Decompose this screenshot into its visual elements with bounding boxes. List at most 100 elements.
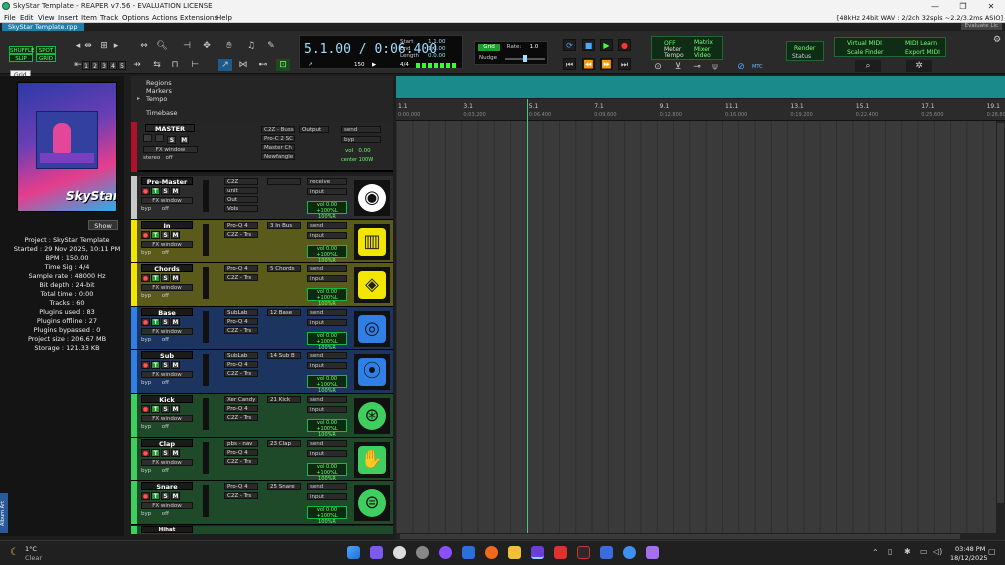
tempo-label[interactable]: Tempo bbox=[664, 52, 684, 59]
record-arm-button[interactable]: ● bbox=[141, 361, 150, 370]
master-fx-slot-3[interactable]: Master Ch bbox=[261, 144, 295, 151]
timeline-ruler[interactable]: 1.1 0:00.000 3.1 0:03.200 5.1 0:06.400 7.1 0:09… bbox=[396, 99, 1005, 121]
markers-lane[interactable]: Markers bbox=[146, 87, 172, 95]
track-hihat[interactable]: Hihat bbox=[131, 526, 393, 534]
weather-temp[interactable]: 1°C bbox=[25, 545, 37, 553]
scale-finder-button[interactable]: Scale Finder bbox=[847, 49, 884, 56]
input-select[interactable]: input bbox=[307, 188, 347, 195]
master-fx-button[interactable] bbox=[143, 134, 152, 142]
matrix-button[interactable]: Matrix bbox=[694, 39, 713, 46]
master-stereo-select[interactable]: stereo off bbox=[143, 155, 203, 162]
move-horizontal-icon[interactable]: ⇹ bbox=[81, 40, 95, 52]
app-globe-icon[interactable] bbox=[623, 546, 636, 559]
slip-toggle[interactable]: SLIP bbox=[9, 54, 33, 62]
master-track[interactable]: MASTER S M FX window stereo off C2Z - Bu… bbox=[131, 122, 393, 172]
pan-value[interactable]: +100%L 100%R bbox=[316, 339, 337, 351]
regions-lane[interactable]: Regions bbox=[146, 79, 172, 87]
screenset-5-button[interactable]: 5 bbox=[118, 61, 126, 70]
ruler-bar-label[interactable]: 7.1 bbox=[594, 103, 604, 110]
video-button[interactable]: Video bbox=[694, 52, 711, 59]
mute-button[interactable]: M bbox=[171, 405, 180, 413]
zoom-width-icon[interactable]: ⇔ bbox=[137, 40, 151, 52]
master-vol-value[interactable]: 0.00 bbox=[358, 148, 370, 154]
snap-icon[interactable]: ⊓ bbox=[168, 59, 182, 71]
bypass-label[interactable]: byp bbox=[141, 206, 151, 212]
app-dark-icon[interactable] bbox=[577, 546, 590, 559]
io-mode-select[interactable]: send bbox=[307, 352, 347, 360]
midi-learn-button[interactable]: MIDI Learn bbox=[905, 40, 937, 47]
track-name[interactable]: Base bbox=[141, 307, 193, 317]
loop-icon[interactable]: ⇆ bbox=[150, 59, 164, 71]
shuffle-toggle[interactable]: SHUFFLE bbox=[9, 46, 35, 54]
track-name[interactable]: Chords bbox=[141, 264, 193, 273]
ruler-time-label[interactable]: 0:25.600 bbox=[921, 112, 943, 118]
skip-end-icon[interactable]: ⏭ bbox=[618, 58, 631, 70]
fx-window-select[interactable]: FX window bbox=[141, 197, 193, 204]
volume-box[interactable]: vol 0.00 +100%L 100%R bbox=[307, 201, 347, 220]
bypass-label[interactable]: byp bbox=[141, 511, 151, 517]
grid-toggle[interactable]: GRID bbox=[36, 54, 56, 62]
input-monitor-icon[interactable]: ⊻ bbox=[671, 61, 685, 73]
ruler-time-label[interactable]: 0:16.000 bbox=[725, 112, 747, 118]
fx-slot[interactable]: unit bbox=[224, 187, 258, 194]
ruler-time-label[interactable]: 0:12.800 bbox=[660, 112, 682, 118]
bypass-label[interactable]: byp bbox=[141, 424, 151, 430]
bypass-off-label[interactable]: off bbox=[162, 468, 169, 474]
hand-icon[interactable]: ✋︎ bbox=[222, 40, 236, 52]
io-mode-select[interactable]: send bbox=[307, 439, 347, 447]
menu-view[interactable]: View bbox=[38, 14, 55, 22]
menu-file[interactable]: File bbox=[4, 14, 16, 22]
clock-date[interactable]: 18/12/2025 bbox=[950, 554, 987, 562]
record-arm-button[interactable]: ● bbox=[141, 448, 150, 457]
menu-actions[interactable]: Actions bbox=[152, 14, 178, 22]
bypass-label[interactable]: byp bbox=[141, 250, 151, 256]
marker-icon[interactable]: ⊢ bbox=[188, 59, 202, 71]
fx-slot[interactable]: C2Z - Trs bbox=[224, 326, 258, 334]
stop-icon[interactable]: ■ bbox=[582, 39, 595, 51]
skip-start-icon[interactable]: ⏮ bbox=[563, 58, 576, 70]
fx-slot[interactable]: Pro-Q 4 bbox=[224, 448, 258, 456]
split-icon[interactable]: ⊣ bbox=[180, 40, 194, 52]
menu-track[interactable]: Track bbox=[100, 14, 118, 22]
menu-options[interactable]: Options bbox=[122, 14, 149, 22]
track-name[interactable]: Clap bbox=[141, 438, 193, 448]
fx-slot[interactable]: C2Z - Trs bbox=[224, 274, 258, 282]
menu-edit[interactable]: Edit bbox=[20, 14, 34, 22]
screenset-1-button[interactable]: 1 bbox=[82, 61, 90, 70]
length-value[interactable]: 0.0.00 bbox=[428, 53, 446, 59]
record-arm-button[interactable]: ● bbox=[141, 274, 150, 283]
status-button[interactable]: Status bbox=[792, 53, 811, 60]
rate-slider-thumb[interactable] bbox=[523, 55, 527, 62]
sync-icon[interactable]: ⊘ bbox=[734, 61, 748, 73]
ruler-bar-label[interactable]: 13.1 bbox=[790, 103, 803, 110]
input-select[interactable]: input bbox=[307, 406, 347, 413]
tray-settings-icon[interactable]: ✱ bbox=[904, 547, 911, 556]
master-send-select[interactable]: send bbox=[341, 126, 381, 133]
ruler-time-label[interactable]: 0:09.600 bbox=[594, 112, 616, 118]
fx-window-select[interactable]: FX window bbox=[141, 327, 193, 335]
track-name[interactable]: Snare bbox=[141, 482, 193, 491]
ruler-bar-label[interactable]: 19.1 bbox=[987, 103, 1000, 110]
ruler-time-label[interactable]: 0:03.200 bbox=[463, 112, 485, 118]
fx-window-select[interactable]: FX window bbox=[141, 371, 193, 379]
app-violet-icon[interactable] bbox=[646, 546, 659, 559]
screenset-2-button[interactable]: 2 bbox=[91, 61, 99, 70]
pan-value[interactable]: +100%L 100%R bbox=[316, 208, 337, 220]
mute-button[interactable]: M bbox=[171, 448, 180, 457]
search-plugins-icon[interactable]: ⌕ bbox=[855, 60, 881, 72]
fx-slot[interactable]: C2Z - Trs bbox=[224, 414, 258, 421]
fx-window-select[interactable]: FX window bbox=[141, 415, 193, 422]
bypass-off-label[interactable]: off bbox=[162, 424, 169, 430]
screenset-4-button[interactable]: 4 bbox=[109, 61, 117, 70]
search-icon[interactable]: 🔍︎ bbox=[155, 40, 169, 52]
record-arm-button[interactable]: ● bbox=[141, 492, 150, 501]
record-arm-button[interactable]: ● bbox=[141, 317, 150, 326]
metronome-small-icon[interactable]: ⊷ bbox=[256, 59, 270, 71]
bypass-label[interactable]: byp bbox=[141, 468, 151, 474]
input-select[interactable]: input bbox=[307, 231, 347, 239]
minimize-button[interactable]: — bbox=[921, 0, 949, 13]
solo-button[interactable]: S bbox=[161, 274, 170, 283]
close-button[interactable]: ✕ bbox=[977, 0, 1005, 13]
volume-box[interactable]: vol 0.00 +100%L 100%R bbox=[307, 331, 347, 351]
input-select[interactable]: input bbox=[307, 493, 347, 501]
